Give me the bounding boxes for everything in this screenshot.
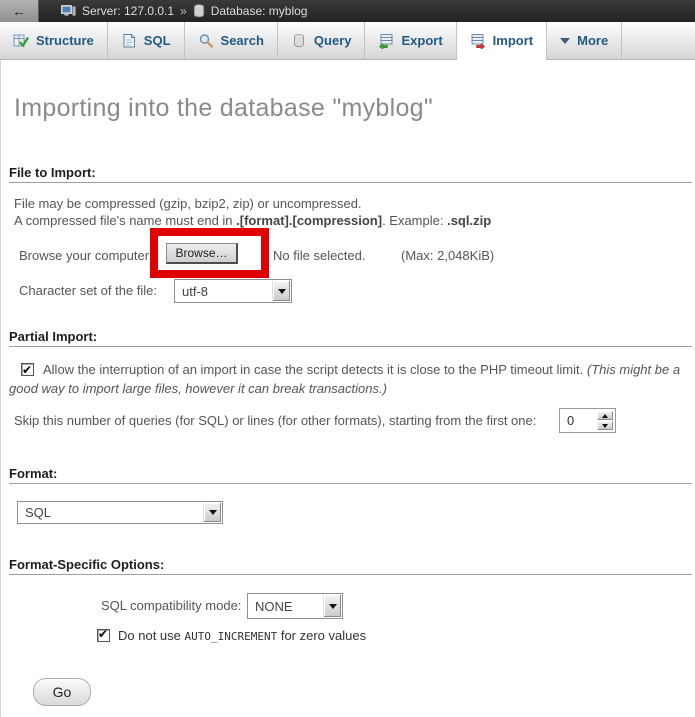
auto-increment-checkbox[interactable]: [97, 629, 110, 642]
spinner-up-button[interactable]: [597, 411, 613, 420]
spinner-buttons: [597, 411, 613, 430]
charset-label: Character set of the file:: [19, 283, 157, 298]
format-heading: Format:: [9, 434, 695, 481]
breadcrumb: Server: 127.0.0.1 » Database: myblog: [61, 4, 307, 18]
allow-interruption-checkbox[interactable]: [21, 363, 34, 376]
format-options-heading: Format-Specific Options:: [9, 524, 695, 572]
sql-compatibility-select[interactable]: NONE: [247, 593, 343, 619]
format-section: Format: SQL: [1, 434, 695, 524]
dropdown-arrow-icon[interactable]: [272, 281, 290, 301]
breadcrumb-bar: ← Server: 127.0.0.1 » Database: myblog: [0, 0, 695, 22]
skip-queries-input[interactable]: 0: [559, 408, 616, 433]
file-name-rule-line: A compressed file's name must end in .[f…: [14, 212, 685, 229]
charset-row: Character set of the file: utf-8: [1, 279, 695, 303]
auto-increment-row: Do not use AUTO_INCREMENT for zero value…: [97, 628, 695, 643]
tab-label: Export: [401, 33, 442, 48]
sql-compatibility-row: SQL compatibility mode: NONE: [1, 592, 695, 618]
max-upload-size-text: (Max: 2,048KiB): [401, 248, 494, 263]
tab-search[interactable]: Search: [185, 22, 278, 59]
section-divider: [9, 346, 692, 347]
partial-import-section: Partial Import: Allow the interruption o…: [1, 303, 695, 434]
tab-label: SQL: [144, 33, 171, 48]
tab-label: Query: [314, 33, 352, 48]
structure-icon: [13, 33, 29, 49]
dropdown-arrow-icon[interactable]: [323, 595, 341, 617]
section-divider: [9, 483, 692, 484]
skip-queries-value: 0: [567, 413, 574, 428]
tab-import[interactable]: Import: [457, 22, 547, 59]
charset-select-value: utf-8: [182, 284, 208, 299]
file-to-import-section: File to Import: File may be compressed (…: [1, 123, 695, 303]
compression-info-line: File may be compressed (gzip, bzip2, zip…: [14, 195, 685, 212]
page-title: Importing into the database "myblog": [1, 60, 695, 123]
auto-increment-code: AUTO_INCREMENT: [185, 630, 278, 643]
tab-bar: Structure SQL Search Query Export Import…: [0, 22, 695, 60]
format-options-section: Format-Specific Options: SQL compatibili…: [1, 524, 695, 643]
breadcrumb-separator: »: [180, 4, 187, 18]
tab-more[interactable]: More: [547, 22, 622, 59]
export-icon: [378, 33, 394, 49]
file-name-rule-pattern: .[format].[compression]: [236, 213, 382, 228]
file-name-rule-mid: . Example:: [382, 213, 447, 228]
import-icon: [470, 33, 486, 49]
go-button[interactable]: Go: [33, 678, 91, 706]
server-icon: [61, 4, 76, 18]
back-button[interactable]: ←: [0, 0, 39, 22]
no-file-selected-text: No file selected.: [273, 248, 366, 263]
sql-icon: [121, 33, 137, 49]
tab-query[interactable]: Query: [278, 22, 366, 59]
file-to-import-heading: File to Import:: [9, 123, 695, 180]
partial-import-heading: Partial Import:: [9, 303, 695, 344]
auto-increment-label-suffix: for zero values: [277, 628, 366, 643]
auto-increment-label-prefix: Do not use: [118, 628, 185, 643]
section-divider: [9, 574, 692, 575]
browse-button[interactable]: Browse…: [166, 243, 238, 264]
tab-label: Search: [221, 33, 264, 48]
allow-interruption-row: Allow the interruption of an import in c…: [9, 360, 689, 398]
breadcrumb-server-link[interactable]: Server: 127.0.0.1: [82, 4, 174, 18]
format-row: SQL: [1, 501, 695, 524]
sql-compatibility-label: SQL compatibility mode:: [101, 598, 241, 613]
allow-interruption-label: Allow the interruption of an import in c…: [43, 362, 583, 377]
main-content: Importing into the database "myblog" Fil…: [0, 60, 695, 717]
arrow-down-icon: [602, 424, 608, 428]
sql-compatibility-value: NONE: [255, 599, 293, 614]
chevron-down-icon: [560, 38, 570, 44]
database-icon: [193, 4, 205, 18]
spinner-down-button[interactable]: [597, 421, 613, 430]
dropdown-arrow-icon[interactable]: [203, 503, 221, 522]
breadcrumb-database-link[interactable]: Database: myblog: [211, 4, 308, 18]
tab-label: More: [577, 33, 608, 48]
format-select-value: SQL: [25, 505, 51, 520]
search-icon: [198, 33, 214, 49]
arrow-up-icon: [602, 414, 608, 418]
browse-computer-label: Browse your computer:: [19, 248, 153, 263]
tab-structure[interactable]: Structure: [0, 22, 108, 59]
tab-label: Import: [493, 33, 533, 48]
tab-label: Structure: [36, 33, 94, 48]
query-icon: [291, 33, 307, 49]
skip-queries-row: Skip this number of queries (for SQL) or…: [1, 408, 695, 434]
skip-queries-label: Skip this number of queries (for SQL) or…: [14, 413, 536, 428]
file-name-rule-prefix: A compressed file's name must end in: [14, 213, 236, 228]
charset-select[interactable]: utf-8: [174, 279, 292, 303]
section-divider: [9, 182, 692, 183]
tab-sql[interactable]: SQL: [108, 22, 185, 59]
file-name-rule-example: .sql.zip: [447, 213, 491, 228]
tab-export[interactable]: Export: [365, 22, 456, 59]
browse-row: Browse your computer: Browse… No file se…: [1, 241, 695, 271]
format-select[interactable]: SQL: [17, 501, 223, 524]
